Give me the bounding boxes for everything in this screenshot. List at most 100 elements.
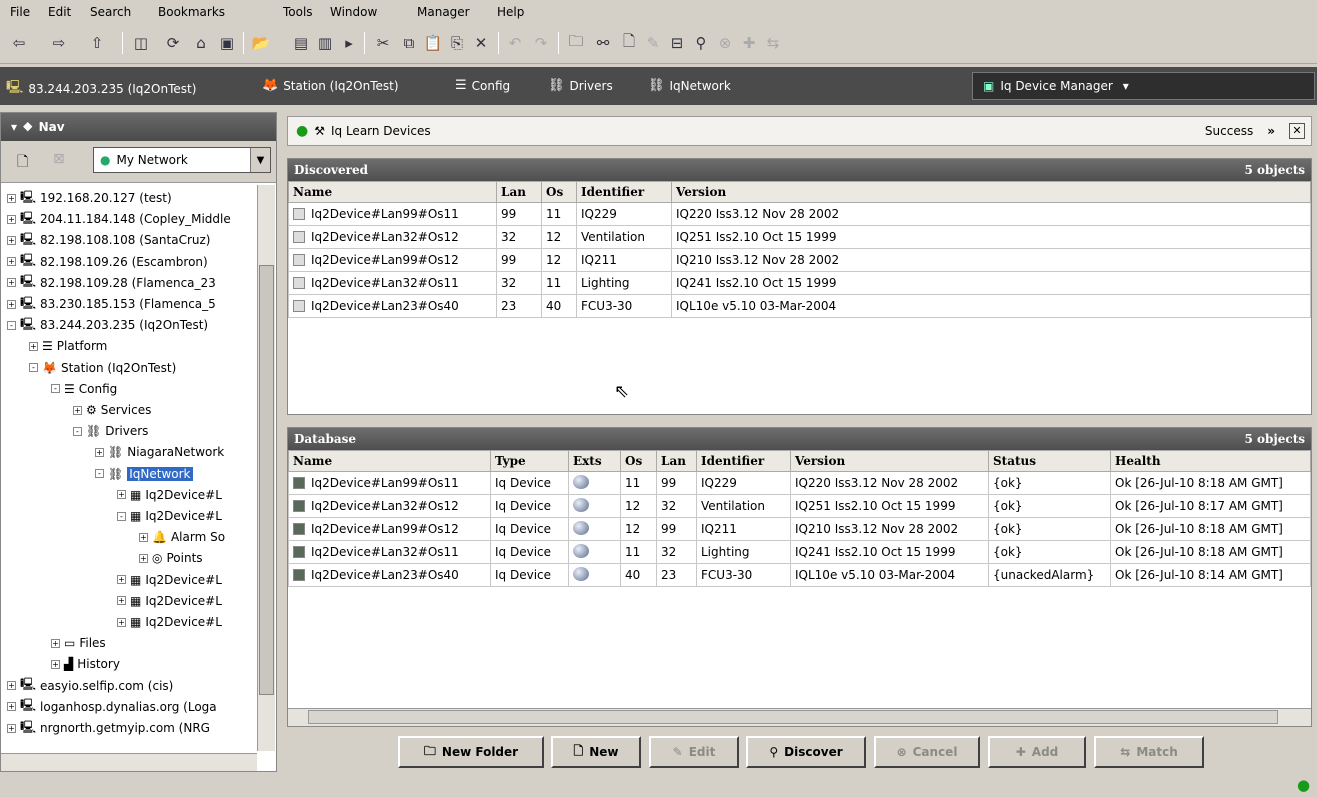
expand-icon[interactable]: + xyxy=(7,681,16,691)
expand-icon[interactable]: + xyxy=(117,575,126,585)
collapse-icon[interactable]: - xyxy=(7,320,16,330)
column-header[interactable]: Identifier xyxy=(696,450,791,472)
save-all-icon[interactable]: ▥ xyxy=(314,32,336,54)
table-row[interactable]: Iq2Device#Lan32#Os12 32 12 Ventilation IQ251… xyxy=(288,225,1311,249)
expand-icon[interactable]: + xyxy=(7,702,16,712)
collapse-icon[interactable]: - xyxy=(51,384,60,394)
chevron-down-icon[interactable]: ▾ xyxy=(11,120,17,134)
column-header[interactable]: Os xyxy=(620,450,657,472)
expand-arrows[interactable]: » xyxy=(1267,124,1275,138)
collapse-icon[interactable]: - xyxy=(73,426,82,436)
copy-icon[interactable]: ⧉ xyxy=(398,32,420,54)
column-header[interactable]: Type xyxy=(490,450,569,472)
table-row[interactable]: Iq2Device#Lan99#Os12 99 12 IQ211 IQ210 Iss3.… xyxy=(288,248,1311,272)
tree-node[interactable]: + ⚙ Services xyxy=(73,399,151,421)
table-row[interactable]: Iq2Device#Lan32#Os12 Iq Device 12 32 Ventila… xyxy=(288,494,1311,518)
tree-node[interactable]: + 🖳 192.168.20.127 (test) xyxy=(7,187,172,209)
menu-bookmarks[interactable]: Bookmarks xyxy=(158,5,225,19)
expand-icon[interactable]: + xyxy=(73,405,82,415)
discover-button[interactable]: ⚲ Discover xyxy=(746,736,866,768)
collapse-icon[interactable]: - xyxy=(117,511,126,521)
network-tool-icon[interactable]: ⚯ xyxy=(592,32,614,54)
home-icon[interactable]: ⌂ xyxy=(190,32,212,54)
nav-vertical-scrollbar[interactable] xyxy=(257,185,275,751)
undo-icon[interactable]: ↶ xyxy=(504,32,526,54)
tree-node[interactable]: + 🖳 nrgnorth.getmyip.com (NRG xyxy=(7,717,210,739)
add-button[interactable]: ✚ Add xyxy=(988,736,1086,768)
expand-icon[interactable]: + xyxy=(7,299,16,309)
column-header[interactable]: Exts xyxy=(568,450,621,472)
expand-icon[interactable]: + xyxy=(7,723,16,733)
tree-node[interactable]: - 🦊 Station (Iq2OnTest) xyxy=(29,357,176,379)
tree-node[interactable]: + 🖳 loganhosp.dynalias.org (Loga xyxy=(7,696,217,718)
up-level-icon[interactable]: ⇧ xyxy=(86,32,108,54)
menu-file[interactable]: File xyxy=(10,5,30,19)
redo-icon[interactable]: ↷ xyxy=(530,32,552,54)
tree-node[interactable]: - ⛓ IqNetwork xyxy=(95,463,193,485)
tree-node[interactable]: + 🖳 83.230.185.153 (Flamenca_5 xyxy=(7,293,216,315)
discover-icon[interactable]: ⚲ xyxy=(690,32,712,54)
expand-icon[interactable]: + xyxy=(139,553,148,563)
view-selector-dropdown[interactable]: ▣ Iq Device Manager ▾ xyxy=(972,72,1315,100)
scroll-thumb[interactable] xyxy=(308,710,1278,724)
column-header[interactable]: Name xyxy=(288,450,491,472)
column-header[interactable]: Name xyxy=(288,181,497,203)
breadcrumb-config[interactable]: ☰ Config xyxy=(455,78,510,93)
back-icon[interactable]: ⇦ xyxy=(8,32,30,54)
expand-icon[interactable]: + xyxy=(51,638,60,648)
cancel-icon[interactable]: ⊗ xyxy=(714,32,736,54)
expand-icon[interactable]: + xyxy=(117,617,126,627)
tree-node[interactable]: + ☰ Platform xyxy=(29,335,107,357)
table-row[interactable]: Iq2Device#Lan99#Os11 Iq Device 11 99 IQ229 IQ… xyxy=(288,471,1311,495)
table-row[interactable]: Iq2Device#Lan99#Os11 99 11 IQ229 IQ220 Iss3.… xyxy=(288,202,1311,226)
sync-icon[interactable]: ▣ xyxy=(216,32,238,54)
column-header[interactable]: Lan xyxy=(496,181,542,203)
refresh-icon[interactable]: ⟳ xyxy=(162,32,184,54)
export-icon[interactable]: ▸ xyxy=(338,32,360,54)
column-header[interactable]: Health xyxy=(1110,450,1311,472)
table-row[interactable]: Iq2Device#Lan32#Os11 Iq Device 11 32 Lightin… xyxy=(288,540,1311,564)
tree-node[interactable]: + ⛓ NiagaraNetwork xyxy=(95,441,224,463)
close-icon[interactable]: ✕ xyxy=(1289,123,1305,139)
cancel-button[interactable]: ⊗ Cancel xyxy=(874,736,980,768)
breadcrumb-drivers[interactable]: ⛓ Drivers xyxy=(548,78,613,93)
breadcrumb-iqnetwork[interactable]: ⛓ IqNetwork xyxy=(648,78,731,93)
save-icon[interactable]: ▤ xyxy=(290,32,312,54)
tree-node[interactable]: + 🖳 82.198.109.28 (Flamenca_23 xyxy=(7,272,216,294)
expand-icon[interactable]: + xyxy=(95,447,104,457)
new-icon[interactable]: 🗋 xyxy=(618,32,640,54)
column-header[interactable]: Version xyxy=(790,450,989,472)
new-folder-button[interactable]: 🗀 New Folder xyxy=(398,736,544,768)
breadcrumb-station[interactable]: 🦊 Station (Iq2OnTest) xyxy=(262,78,399,93)
edit-icon[interactable]: ✎ xyxy=(642,32,664,54)
add-icon[interactable]: ✚ xyxy=(738,32,760,54)
expand-icon[interactable]: + xyxy=(7,278,16,288)
column-header[interactable]: Lan xyxy=(656,450,697,472)
column-header[interactable]: Version xyxy=(671,181,1311,203)
split-view-icon[interactable]: ⊟ xyxy=(666,32,688,54)
expand-icon[interactable]: + xyxy=(7,257,16,267)
expand-icon[interactable]: + xyxy=(117,490,126,500)
menu-window[interactable]: Window xyxy=(330,5,377,19)
collapse-icon[interactable]: - xyxy=(95,469,104,479)
column-header[interactable]: Os xyxy=(541,181,577,203)
tree-node[interactable]: + ▦ Iq2Device#L xyxy=(117,590,222,612)
open-icon[interactable]: 📂 xyxy=(250,32,272,54)
menu-manager[interactable]: Manager xyxy=(417,5,470,19)
tree-node[interactable]: + 🔔 Alarm So xyxy=(139,526,225,548)
menu-help[interactable]: Help xyxy=(497,5,524,19)
cut-icon[interactable]: ✂ xyxy=(372,32,394,54)
table-row[interactable]: Iq2Device#Lan23#Os40 23 40 FCU3-30 IQL10e v5… xyxy=(288,294,1311,318)
tree-node[interactable]: + 🖳 204.11.184.148 (Copley_Middle xyxy=(7,208,231,230)
delete-icon[interactable]: ✕ xyxy=(470,32,492,54)
forward-icon[interactable]: ⇨ xyxy=(48,32,70,54)
expand-icon[interactable]: + xyxy=(51,659,60,669)
close-icon[interactable]: ⊠ xyxy=(53,151,65,167)
tree-node[interactable]: + ▦ Iq2Device#L xyxy=(117,569,222,591)
tree-node[interactable]: - 🖳 83.244.203.235 (Iq2OnTest) xyxy=(7,314,208,336)
tree-node[interactable]: + ▟ History xyxy=(51,653,120,675)
nav-horizontal-scrollbar[interactable] xyxy=(1,753,257,771)
tree-node[interactable]: + ◎ Points xyxy=(139,547,203,569)
database-horizontal-scrollbar[interactable] xyxy=(288,708,1311,726)
chevron-down-icon[interactable]: ▼ xyxy=(250,148,270,172)
